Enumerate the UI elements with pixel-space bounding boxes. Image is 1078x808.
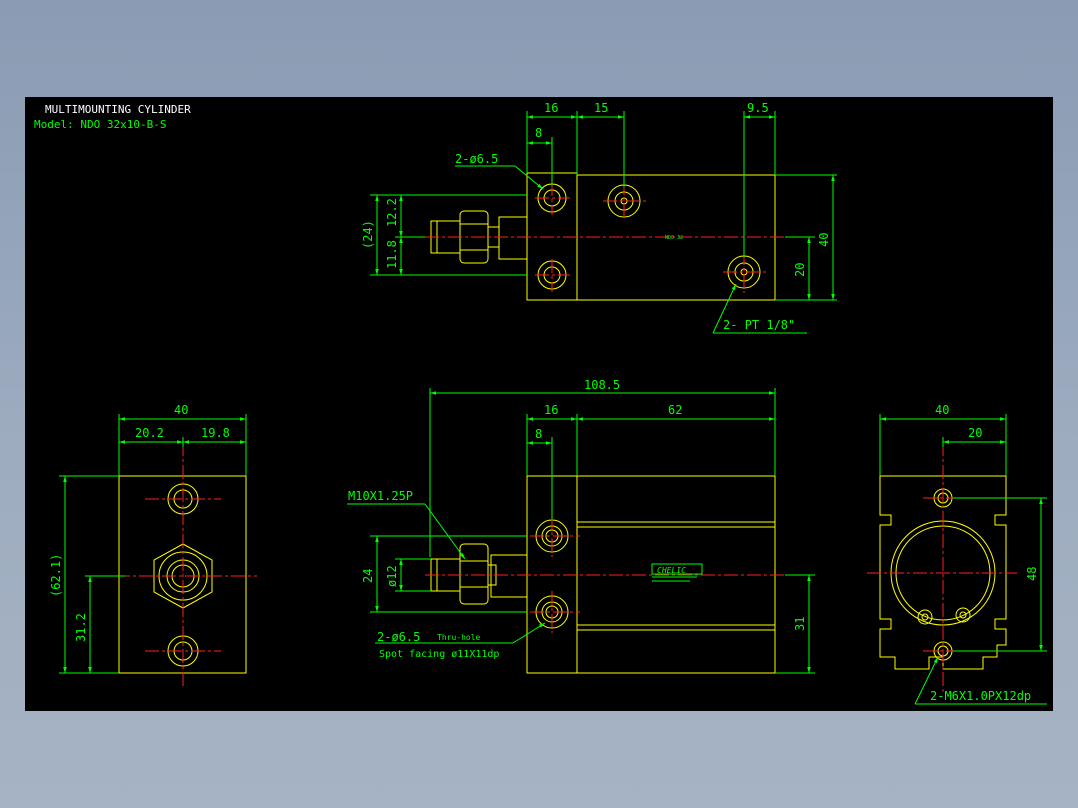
front-dim-8: 8: [535, 427, 542, 441]
drawing-title: MULTIMOUNTING CYLINDER: [45, 103, 191, 116]
front-dim-62: 62: [668, 403, 682, 417]
top-dim-9-5: 9.5: [747, 101, 769, 115]
top-part-tag: NDO 32: [665, 235, 683, 241]
top-dim-16: 16: [544, 101, 558, 115]
top-dim-11-8: 11.8: [385, 240, 399, 269]
right-tap-label: 2-M6X1.0PX12dp: [930, 689, 1031, 703]
front-brand-label: CHELIC: [651, 563, 703, 582]
left-dim-31-2: 31.2: [74, 613, 88, 642]
top-dim-24: (24): [361, 220, 375, 249]
model-label: Model: NDO 32x10-B-S: [34, 118, 166, 131]
left-dim-19-8: 19.8: [201, 426, 230, 440]
left-dim-40: 40: [174, 403, 188, 417]
top-port-label: 2- PT 1/8": [723, 318, 795, 332]
right-end-view: 40 20 48 2-M6X1.0PX12dp: [867, 403, 1047, 705]
right-dim-20: 20: [968, 426, 982, 440]
left-dim-20-2: 20.2: [135, 426, 164, 440]
front-dim-108-5: 108.5: [584, 378, 620, 392]
top-dim-8: 8: [535, 126, 542, 140]
top-dim-40: 40: [817, 233, 831, 247]
front-view: CHELIC 108.5 16 62 8 M10X1.25P 24 ø12 31…: [347, 378, 815, 674]
front-logo-text: CHELIC: [657, 566, 686, 575]
front-spot-label: Spot facing ø11X11dp: [379, 649, 499, 660]
left-dim-62-1: (62.1): [49, 554, 63, 597]
top-dim-15: 15: [594, 101, 608, 115]
front-thread-label: M10X1.25P: [348, 489, 413, 503]
right-dim-40: 40: [935, 403, 949, 417]
front-hex-nut: [459, 543, 489, 605]
front-dim-31: 31: [793, 617, 807, 631]
top-view: NDO 32 16 15 9.5 8 2-ø6.5 (24) 12.2 11.8: [361, 101, 837, 334]
cad-drawing-sheet: MULTIMOUNTING CYLINDER Model: NDO 32x10-…: [25, 97, 1053, 711]
front-dim-16: 16: [544, 403, 558, 417]
left-end-view: 40 20.2 19.8 (62.1) 31.2: [49, 403, 257, 687]
right-dim-48: 48: [1025, 567, 1039, 581]
top-piston-rod: [498, 216, 528, 260]
front-hole-note: Thru-hole: [437, 633, 481, 642]
top-hole-label: 2-ø6.5: [455, 152, 498, 166]
front-dim-12: ø12: [385, 565, 399, 587]
front-hole-label: 2-ø6.5: [377, 630, 420, 644]
front-dim-24: 24: [361, 569, 375, 583]
top-dim-12-2: 12.2: [385, 198, 399, 227]
top-dim-20: 20: [793, 263, 807, 277]
